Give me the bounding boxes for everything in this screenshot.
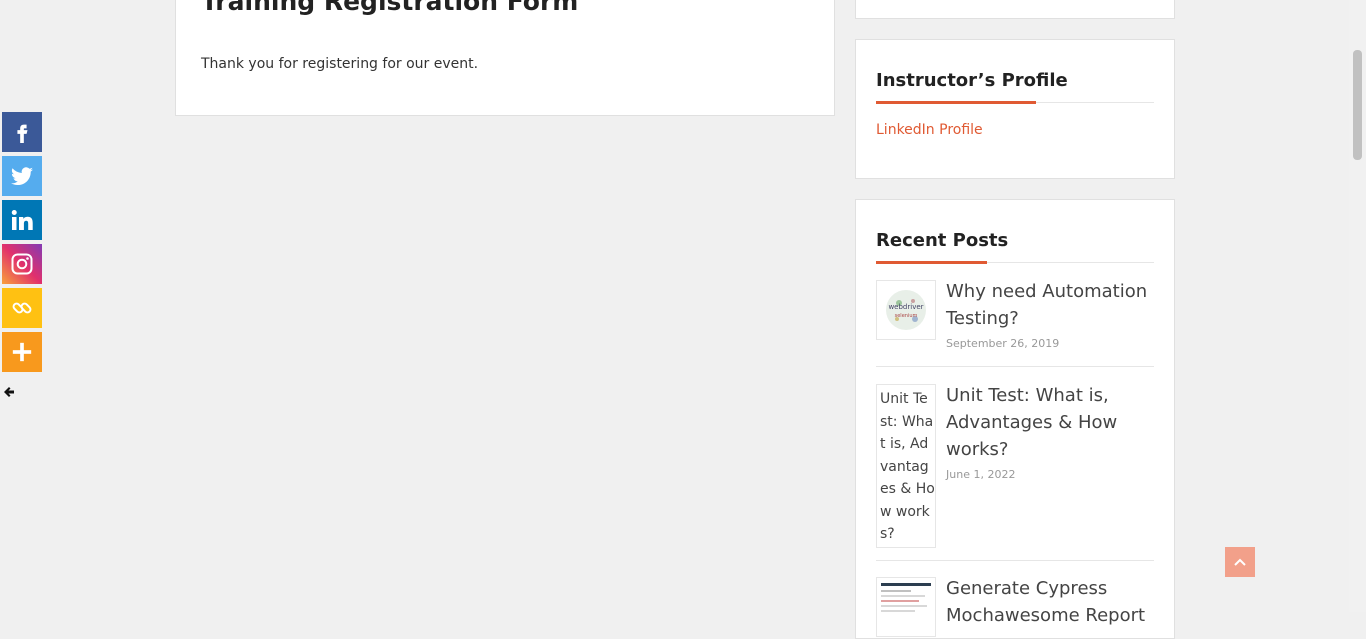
linkedin-share-button[interactable]: [2, 200, 42, 240]
more-share-button[interactable]: [2, 332, 42, 372]
widget-title: Instructor’s Profile: [876, 70, 1068, 91]
chevron-up-icon: [1234, 558, 1246, 566]
recent-post-item[interactable]: webdriver selenium Why need Automation T…: [876, 280, 1154, 360]
post-divider: [876, 560, 1154, 561]
svg-text:selenium: selenium: [895, 313, 918, 319]
linkedin-profile-link[interactable]: LinkedIn Profile: [876, 122, 983, 138]
social-share-bar: [2, 112, 42, 376]
page-title: Training Registration Form: [201, 0, 579, 16]
facebook-icon: [17, 124, 28, 143]
content-card: Training Registration Form Thank you for…: [175, 0, 835, 116]
instructor-profile-widget: Instructor’s Profile LinkedIn Profile: [855, 39, 1175, 179]
instagram-icon: [11, 253, 33, 275]
post-title-link[interactable]: Unit Test: What is, Advantages & How wor…: [946, 382, 1151, 463]
title-accent-bar: [876, 101, 1036, 104]
post-divider: [876, 366, 1154, 367]
post-title-link[interactable]: Why need Automation Testing?: [946, 278, 1151, 332]
scroll-to-top-button[interactable]: [1225, 547, 1255, 577]
twitter-share-button[interactable]: [2, 156, 42, 196]
recent-posts-widget: Recent Posts webdriver selenium Why need…: [855, 199, 1175, 639]
thumbnail-alt-text: Unit Test: What is, Advantages & How wor…: [880, 391, 935, 542]
instagram-share-button[interactable]: [2, 244, 42, 284]
widget-title-divider: [876, 101, 1154, 104]
page-scrollbar[interactable]: [1349, 0, 1366, 612]
post-thumbnail[interactable]: webdriver selenium: [876, 280, 936, 340]
post-thumbnail[interactable]: [876, 577, 936, 637]
hide-share-bar-button[interactable]: [2, 384, 16, 400]
post-thumbnail[interactable]: Unit Test: What is, Advantages & How wor…: [876, 384, 936, 548]
linkedin-icon: [11, 210, 33, 230]
confirmation-message: Thank you for registering for our event.: [201, 56, 479, 72]
link-icon: [12, 302, 32, 314]
post-title-link[interactable]: Generate Cypress Mochawesome Report: [946, 575, 1151, 629]
word-cloud-image: webdriver selenium: [886, 290, 926, 330]
scrollbar-thumb[interactable]: [1353, 50, 1362, 160]
post-date: June 1, 2022: [946, 468, 1016, 481]
copy-link-share-button[interactable]: [2, 288, 42, 328]
sidebar-widget-top: [855, 0, 1175, 19]
widget-title-divider: [876, 261, 1154, 264]
hand-pointer-icon: [4, 387, 14, 397]
title-accent-bar: [876, 261, 987, 264]
svg-text:webdriver: webdriver: [888, 303, 923, 311]
recent-post-item[interactable]: Generate Cypress Mochawesome Report: [876, 577, 1154, 637]
facebook-share-button[interactable]: [2, 112, 42, 152]
plus-icon: [12, 342, 32, 362]
report-screenshot-image: [881, 583, 931, 612]
post-date: September 26, 2019: [946, 337, 1060, 350]
widget-title: Recent Posts: [876, 230, 1009, 251]
recent-post-item[interactable]: Unit Test: What is, Advantages & How wor…: [876, 384, 1154, 549]
twitter-icon: [11, 167, 33, 186]
